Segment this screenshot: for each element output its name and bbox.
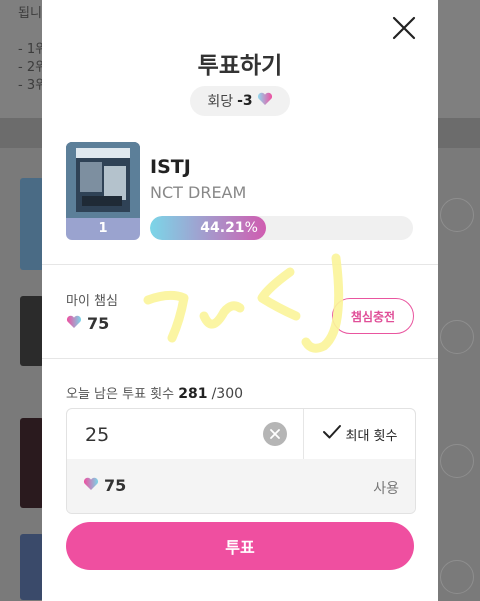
vote-progress-bar: 44.21%	[150, 216, 413, 240]
album-card: 1	[66, 142, 140, 240]
background-thumbnail	[20, 534, 44, 600]
background-circle	[440, 444, 474, 478]
vote-count-input[interactable]	[83, 419, 257, 451]
heart-icon	[66, 314, 82, 333]
song-title: ISTJ	[150, 156, 191, 178]
vote-button[interactable]: 투표	[66, 522, 414, 570]
background-text-line: 됩니	[18, 6, 42, 21]
background-thumbnail	[20, 296, 44, 366]
section-divider	[42, 264, 438, 265]
background-circle	[440, 560, 474, 594]
max-count-label: 최대 횟수	[345, 428, 398, 444]
vote-percent-label: 44.21%	[200, 216, 258, 240]
hearts-usage-label: 사용	[373, 481, 399, 497]
background-thumbnail	[20, 418, 44, 508]
remaining-label: 오늘 남은 투표 횟수	[66, 387, 175, 402]
background-circle	[440, 198, 474, 232]
per-round-label: 회당	[207, 94, 234, 110]
close-icon[interactable]	[392, 16, 416, 40]
remaining-votes: 오늘 남은 투표 횟수 281 /300	[66, 383, 243, 402]
artist-name: NCT DREAM	[150, 183, 247, 202]
vote-percent-number: 44.21	[200, 220, 245, 236]
vote-count-row: 최대 횟수	[67, 409, 415, 459]
vote-percent-unit: %	[244, 220, 258, 236]
remaining-count: 281	[178, 386, 208, 402]
vote-modal: 투표하기 회당 -3 1 ISTJ NCT DREAM 44.21% 마이 챔심…	[42, 0, 438, 601]
vote-count-box: 최대 횟수 75 사용	[66, 408, 416, 514]
modal-title: 투표하기	[197, 53, 283, 79]
per-round-cost: 회당 -3	[190, 86, 290, 116]
album-cover-image	[66, 142, 140, 218]
remaining-total: /300	[211, 386, 244, 402]
hearts-usage-row: 75 사용	[67, 459, 415, 513]
clear-icon[interactable]	[263, 422, 287, 446]
my-hearts-label: 마이 챔심	[66, 294, 118, 309]
background-thumbnail	[20, 178, 44, 270]
my-hearts-value: 75	[66, 314, 109, 333]
heart-icon	[83, 476, 99, 495]
section-divider	[42, 358, 438, 359]
background-circle	[440, 320, 474, 354]
hearts-usage-number: 75	[104, 476, 127, 495]
check-icon	[322, 424, 342, 444]
heart-icon	[257, 92, 273, 110]
per-round-value: -3	[237, 93, 253, 109]
max-count-button[interactable]: 최대 횟수	[304, 409, 415, 459]
rank-number: 1	[98, 221, 108, 236]
my-hearts-number: 75	[87, 314, 110, 333]
hearts-usage-value: 75	[83, 476, 126, 495]
charge-button[interactable]: 챔심충전	[332, 298, 414, 334]
